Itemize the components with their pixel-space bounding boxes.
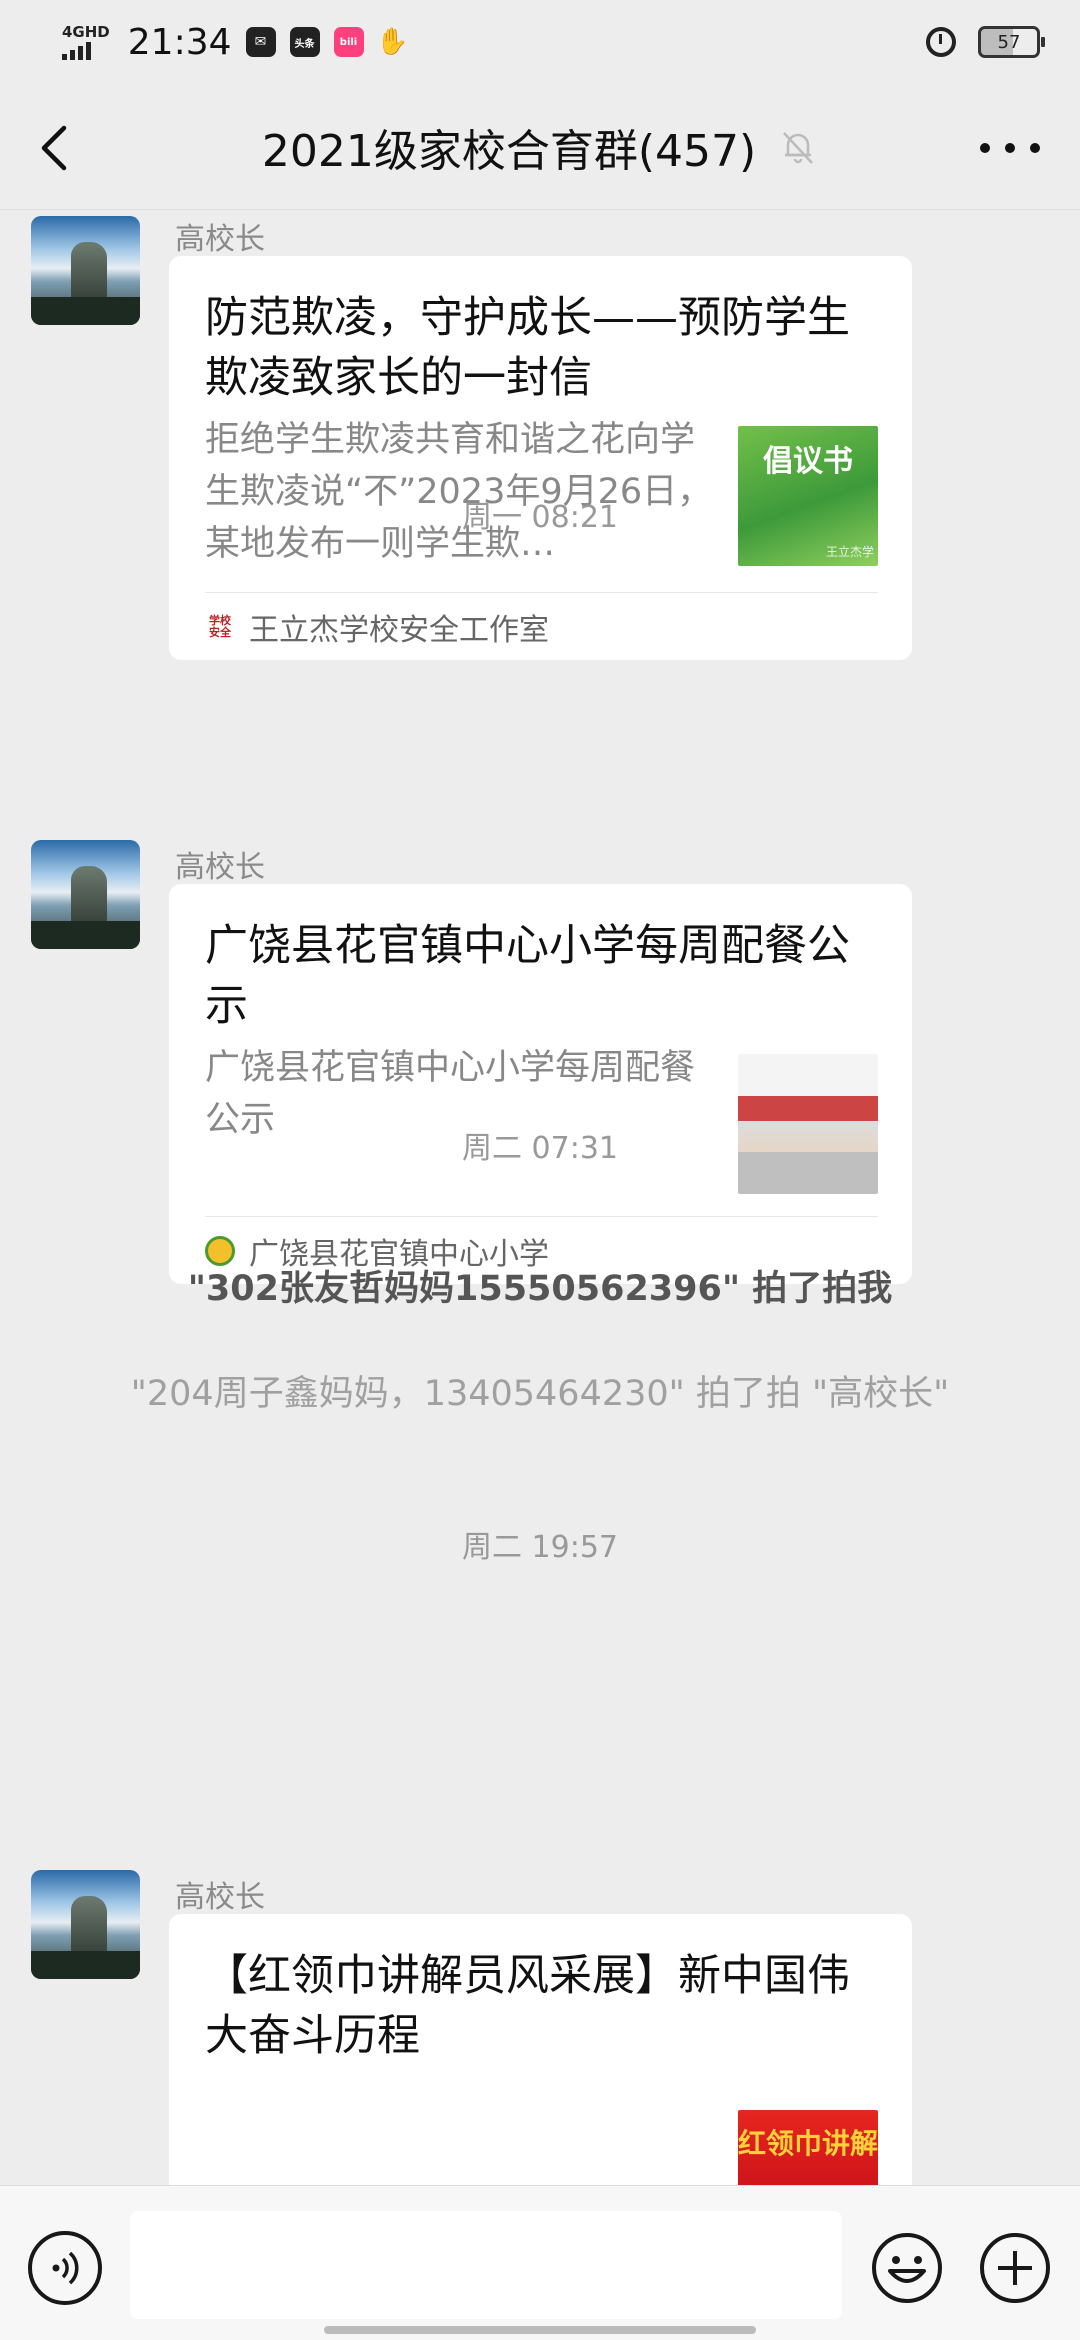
network-type: 4GHD bbox=[62, 22, 110, 41]
plus-icon[interactable] bbox=[978, 2231, 1052, 2305]
avatar[interactable] bbox=[31, 840, 140, 949]
signal-icon bbox=[62, 40, 110, 60]
toutiao-app-icon: 头条 bbox=[289, 27, 320, 57]
time-separator: 周二 07:31 bbox=[462, 1131, 618, 1166]
article-title: 防范欺凌，守护成长——预防学生欺凌致家长的一封信 bbox=[205, 293, 850, 403]
article-thumbnail: 红领巾讲解 bbox=[738, 2110, 878, 2185]
bell-off-icon bbox=[783, 131, 814, 164]
article-card[interactable]: 【红领巾讲解员风采展】新中国伟大奋斗历程 红领巾讲解 bbox=[169, 1914, 912, 2185]
thumbnail-caption: 王立杰学 bbox=[825, 545, 874, 559]
time-separator: 周一 08:21 bbox=[462, 500, 618, 535]
pat-notice: "302张友哲妈妈15550562396" 拍了拍我 bbox=[187, 1269, 893, 1309]
pat-notice: "204周子鑫妈妈，13405464230" 拍了拍 "高校长" bbox=[130, 1374, 950, 1414]
sender-name: 高校长 bbox=[175, 1880, 265, 1915]
article-title: 广饶县花官镇中心小学每周配餐公示 bbox=[205, 921, 850, 1031]
status-bar: 4GHD 21:34 ✉ 头条 bili ✋ 57 bbox=[0, 0, 1080, 84]
more-dots-icon[interactable] bbox=[980, 128, 1040, 168]
message-list[interactable]: 高校长 防范欺凌，守护成长——预防学生欺凌致家长的一封信 拒绝学生欺凌共育和谐之… bbox=[0, 210, 1080, 2185]
sender-name: 高校长 bbox=[175, 850, 265, 885]
avatar[interactable] bbox=[31, 216, 140, 325]
source-name: 王立杰学校安全工作室 bbox=[249, 612, 549, 648]
message-input[interactable] bbox=[130, 2211, 842, 2319]
article-source: 学校安全 王立杰学校安全工作室 bbox=[205, 592, 878, 660]
status-time: 21:34 bbox=[127, 21, 232, 63]
emoji-icon[interactable] bbox=[870, 2231, 944, 2305]
battery-icon: 57 bbox=[978, 26, 1045, 58]
safety-logo-icon: 学校安全 bbox=[205, 611, 235, 642]
avatar[interactable] bbox=[31, 1870, 140, 1979]
input-bar bbox=[0, 2185, 1080, 2340]
chevron-left-icon[interactable] bbox=[26, 118, 86, 178]
article-summary: 广饶县花官镇中心小学每周配餐公示 bbox=[205, 1048, 696, 1140]
home-indicator[interactable] bbox=[324, 2326, 756, 2334]
chat-header: 2021级家校合育群(457) bbox=[0, 84, 1080, 210]
battery-level: 57 bbox=[997, 31, 1021, 53]
hand-app-icon: ✋ bbox=[376, 27, 409, 57]
message-app-icon: ✉ bbox=[245, 27, 276, 57]
alarm-icon bbox=[926, 27, 956, 57]
article-card[interactable]: 防范欺凌，守护成长——预防学生欺凌致家长的一封信 拒绝学生欺凌共育和谐之花向学生… bbox=[169, 256, 912, 660]
sender-name: 高校长 bbox=[175, 222, 265, 257]
chat-title[interactable]: 2021级家校合育群(457) bbox=[262, 115, 756, 179]
time-separator: 周二 19:57 bbox=[462, 1530, 618, 1565]
thumbnail-text: 红领巾讲解 bbox=[738, 2127, 878, 2160]
bilibili-app-icon: bili bbox=[333, 27, 364, 57]
article-card[interactable]: 广饶县花官镇中心小学每周配餐公示 广饶县花官镇中心小学每周配餐公示 广饶县花官镇… bbox=[169, 884, 912, 1284]
article-title: 【红领巾讲解员风采展】新中国伟大奋斗历程 bbox=[205, 1951, 850, 2061]
voice-icon[interactable] bbox=[28, 2231, 102, 2305]
thumbnail-text: 倡议书 bbox=[763, 444, 853, 479]
network-indicator: 4GHD bbox=[62, 22, 110, 60]
